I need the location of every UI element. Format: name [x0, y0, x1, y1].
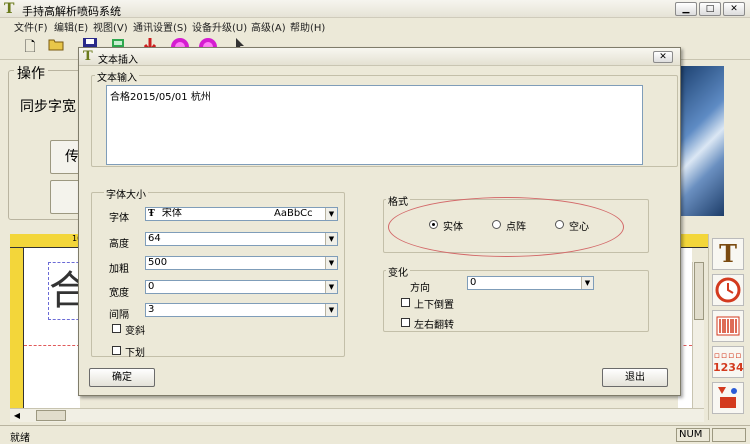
close-button[interactable]: ✕ [723, 2, 745, 16]
format-dot-label: 点阵 [506, 222, 526, 233]
status-pane [712, 428, 746, 442]
direction-label: 方向 [410, 283, 430, 294]
dialog-title: 文本插入 [98, 55, 138, 66]
text-insert-dialog: T 文本插入 ✕ 文本输入 合格2015/05/01 杭州 字体大小 字体 Ŧ … [78, 47, 681, 396]
format-solid-label: 实体 [443, 222, 463, 233]
flip-horizontal-checkbox[interactable] [401, 318, 410, 327]
open-folder-icon[interactable] [46, 37, 66, 57]
height-label: 高度 [109, 239, 129, 250]
menu-comm-settings[interactable]: 通讯设置(S) [133, 19, 187, 34]
horizontal-scroll-thumb[interactable] [36, 410, 66, 421]
chevron-down-icon[interactable]: ▼ [325, 281, 337, 293]
text-input-label: 文本输入 [95, 69, 139, 84]
font-value: 宋体 [161, 208, 182, 219]
vertical-scroll-thumb[interactable] [694, 262, 704, 320]
menu-file[interactable]: 文件(F) [14, 19, 48, 34]
dialog-logo-icon: T [83, 49, 93, 64]
status-ready: 就绪 [10, 433, 30, 444]
italic-checkbox[interactable] [112, 324, 121, 333]
new-file-icon[interactable]: 🗋 [20, 37, 40, 57]
clock-tool-icon[interactable] [712, 274, 744, 306]
maximize-button[interactable]: □ [699, 2, 721, 16]
format-group-label: 格式 [386, 193, 410, 208]
underline-checkbox[interactable] [112, 346, 121, 355]
exit-button[interactable]: 退出 [602, 368, 668, 387]
transmit-button-label: 传 [65, 149, 79, 165]
menu-advanced[interactable]: 高级(A) [251, 19, 286, 34]
tool-palette: T ▫▫▫▫ 1234 [708, 234, 746, 420]
flip-vertical-label: 上下倒置 [414, 300, 454, 311]
width-select[interactable]: 0 ▼ [145, 280, 338, 294]
italic-label: 变斜 [125, 326, 145, 337]
dialog-title-bar: T 文本插入 ✕ [79, 48, 680, 66]
counter-tool-icon[interactable]: ▫▫▫▫ 1234 [712, 346, 744, 378]
vertical-scrollbar[interactable] [692, 262, 704, 408]
chevron-down-icon[interactable]: ▼ [325, 233, 337, 245]
minimize-button[interactable]: ▁ [675, 2, 697, 16]
height-select[interactable]: 64 ▼ [145, 232, 338, 246]
horizontal-ruler: 10 [10, 234, 82, 248]
text-tool-icon[interactable]: T [712, 238, 744, 270]
chevron-down-icon[interactable]: ▼ [325, 208, 337, 220]
width-value: 0 [148, 281, 155, 292]
chevron-down-icon[interactable]: ▼ [325, 257, 337, 269]
format-dot-radio[interactable] [492, 220, 501, 229]
vertical-ruler [10, 248, 24, 408]
spacing-label: 间隔 [109, 310, 129, 321]
menu-device-upgrade[interactable]: 设备升级(U) [192, 19, 247, 34]
barcode-tool-icon[interactable] [712, 310, 744, 342]
height-value: 64 [148, 233, 161, 244]
status-num: NUM [676, 428, 710, 442]
bold-label: 加粗 [109, 264, 129, 275]
font-label: 字体 [109, 213, 129, 224]
spacing-value: 3 [148, 304, 155, 315]
underline-label: 下划 [125, 348, 145, 359]
direction-select[interactable]: 0 ▼ [467, 276, 594, 290]
chevron-down-icon[interactable]: ▼ [325, 304, 337, 316]
app-title-bar: T 手持高解析喷码系统 ▁ □ ✕ [0, 0, 750, 18]
format-hollow-radio[interactable] [555, 220, 564, 229]
horizontal-scrollbar[interactable]: ◀ [10, 408, 704, 422]
menu-edit[interactable]: 编辑(E) [54, 19, 88, 34]
bold-select[interactable]: 500 ▼ [145, 256, 338, 270]
transform-group-label: 变化 [386, 264, 410, 279]
flip-vertical-checkbox[interactable] [401, 298, 410, 307]
dialog-close-button[interactable]: ✕ [653, 51, 673, 63]
right-background-image [678, 66, 724, 216]
menu-view[interactable]: 视图(V) [93, 19, 128, 34]
app-logo-icon: T [4, 1, 15, 17]
sync-width-label: 同步字宽 [20, 99, 76, 115]
status-bar: 就绪 NUM [0, 425, 750, 444]
print-boundary-line [24, 345, 80, 346]
scroll-left-icon[interactable]: ◀ [10, 409, 24, 422]
menu-help[interactable]: 帮助(H) [290, 19, 325, 34]
text-input-field[interactable]: 合格2015/05/01 杭州 [106, 85, 643, 165]
font-select[interactable]: Ŧ 宋体 AaBbCc ▼ [145, 207, 338, 221]
menu-bar: 文件(F) 编辑(E) 视图(V) 通讯设置(S) 设备升级(U) 高级(A) … [0, 18, 750, 34]
font-sample: AaBbCc [274, 208, 313, 219]
ok-button[interactable]: 确定 [89, 368, 155, 387]
format-hollow-label: 空心 [569, 222, 589, 233]
flip-horizontal-label: 左右翻转 [414, 320, 454, 331]
operation-group-label: 操作 [14, 63, 48, 83]
font-size-group-label: 字体大小 [104, 186, 148, 201]
chevron-down-icon[interactable]: ▼ [581, 277, 593, 289]
app-title: 手持高解析喷码系统 [22, 5, 121, 18]
width-label: 宽度 [109, 288, 129, 299]
horizontal-ruler-right [678, 234, 708, 248]
counter-digits: 1234 [713, 361, 744, 374]
bold-value: 500 [148, 257, 168, 268]
spacing-select[interactable]: 3 ▼ [145, 303, 338, 317]
direction-value: 0 [470, 277, 477, 288]
font-type-icon: Ŧ [148, 209, 155, 219]
format-solid-radio[interactable] [429, 220, 438, 229]
shape-tool-icon[interactable] [712, 382, 744, 414]
